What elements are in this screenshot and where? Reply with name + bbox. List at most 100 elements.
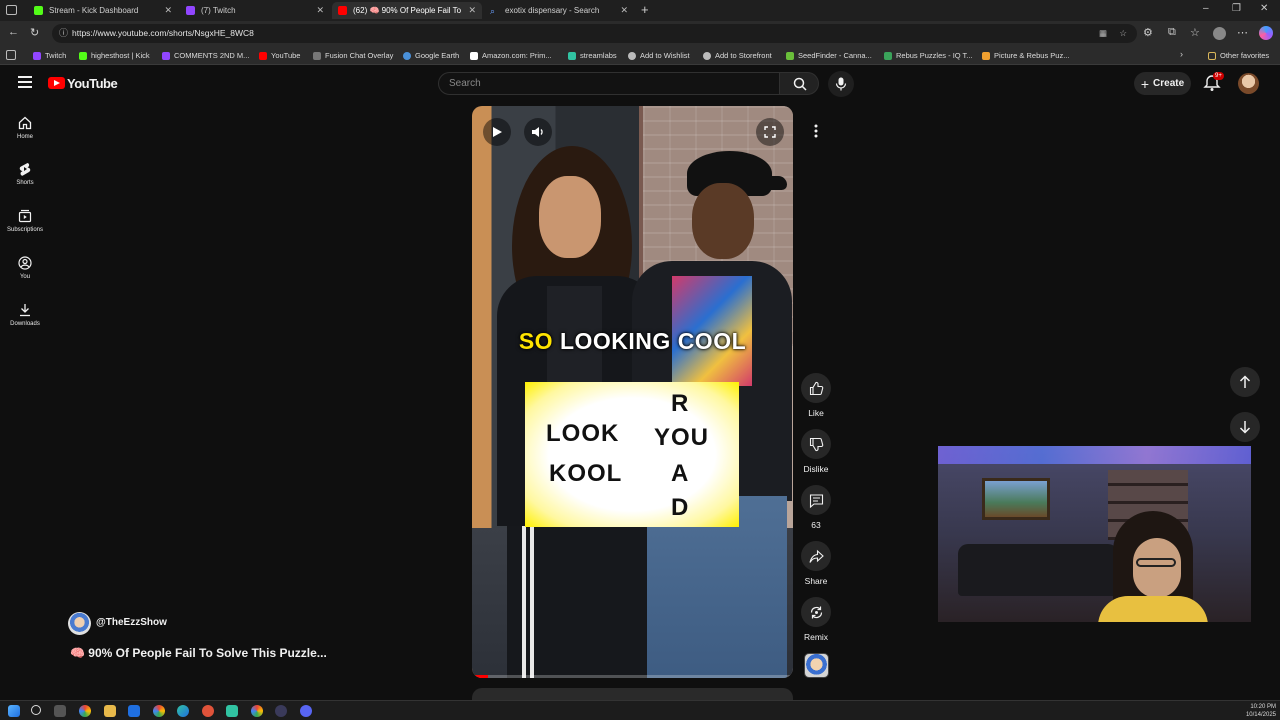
- discord-icon[interactable]: [300, 705, 312, 717]
- split-screen-icon[interactable]: ⧉: [1168, 26, 1176, 39]
- chrome-icon[interactable]: [79, 705, 91, 717]
- bookmark-amazon[interactable]: Amazon.com: Prim...: [470, 49, 552, 62]
- remix-button[interactable]: Remix: [800, 597, 832, 642]
- leaf-icon: [786, 51, 794, 60]
- more-options-icon[interactable]: ⋯: [1237, 26, 1248, 39]
- favorites-icon[interactable]: ☆: [1190, 26, 1200, 39]
- task-view-icon[interactable]: [54, 705, 66, 717]
- back-icon[interactable]: ←: [8, 26, 19, 38]
- close-icon[interactable]: ✕: [164, 5, 172, 16]
- arrow-down-icon: [1239, 421, 1251, 434]
- rebus-puzzle-card: LOOK KOOL R YOU A D: [525, 382, 739, 527]
- channel-avatar[interactable]: [68, 612, 91, 635]
- chevron-right-icon[interactable]: ›: [1180, 49, 1183, 59]
- sidebar-item-home[interactable]: Home: [0, 116, 50, 140]
- bookmark-wishlist[interactable]: Add to Wishlist: [628, 49, 690, 62]
- favorite-star-icon[interactable]: ☆: [1119, 24, 1127, 43]
- app-available-icon[interactable]: ▦: [1099, 24, 1107, 43]
- system-clock[interactable]: 10:20 PM 10/14/2025: [1246, 703, 1276, 719]
- tab-kick-dashboard[interactable]: Stream - Kick Dashboard ✕: [28, 2, 178, 19]
- extensions-icon[interactable]: ⚙: [1143, 26, 1153, 39]
- channel-name[interactable]: @TheEzzShow: [96, 617, 167, 628]
- streamlabs-icon[interactable]: [226, 705, 238, 717]
- bookmark-comments[interactable]: COMMENTS 2ND M...: [162, 49, 249, 62]
- close-icon[interactable]: ✕: [316, 5, 324, 16]
- voice-search-button[interactable]: [828, 71, 854, 97]
- bookmark-twitch[interactable]: Twitch: [33, 49, 66, 62]
- previous-short-button[interactable]: [1230, 367, 1260, 397]
- video-progress-bar[interactable]: [472, 675, 793, 678]
- minimize-icon[interactable]: –: [1203, 3, 1209, 14]
- copilot-icon[interactable]: [1259, 26, 1273, 40]
- bookmark-rebus-iq[interactable]: Rebus Puzzles - IQ T...: [884, 49, 973, 62]
- site-info-icon[interactable]: ⓘ: [59, 24, 68, 43]
- tab-actions-icon[interactable]: [6, 5, 17, 15]
- like-button[interactable]: Like: [800, 373, 832, 418]
- reload-icon[interactable]: ↻: [30, 26, 39, 39]
- profile-icon[interactable]: [1213, 27, 1226, 40]
- close-icon[interactable]: ✕: [468, 5, 476, 16]
- youtube-icon: [259, 51, 267, 60]
- dislike-button[interactable]: Dislike: [800, 429, 832, 474]
- share-icon: [808, 549, 824, 563]
- plus-icon: +: [1140, 75, 1150, 92]
- fullscreen-button[interactable]: [756, 118, 784, 146]
- bookmark-streamlabs[interactable]: streamlabs: [568, 49, 617, 62]
- chrome-icon[interactable]: [153, 705, 165, 717]
- bookmark-seedfinder[interactable]: SeedFinder - Canna...: [786, 49, 872, 62]
- bookmark-google-earth[interactable]: Google Earth: [403, 49, 459, 62]
- play-button[interactable]: [483, 118, 511, 146]
- collections-icon[interactable]: [6, 50, 16, 60]
- close-icon[interactable]: ✕: [620, 5, 628, 16]
- bookmark-storefront[interactable]: Add to Storefront: [703, 49, 772, 62]
- search-button[interactable]: [779, 72, 819, 95]
- more-options-button[interactable]: [803, 118, 829, 144]
- next-short-preview[interactable]: [472, 688, 793, 700]
- other-favorites[interactable]: Other favorites: [1208, 49, 1269, 62]
- obs-icon[interactable]: [275, 705, 287, 717]
- create-button[interactable]: + Create: [1134, 72, 1191, 95]
- kick-icon: [34, 6, 43, 15]
- new-tab-button[interactable]: +: [641, 2, 649, 17]
- sidebar-item-shorts[interactable]: Shorts: [0, 162, 50, 186]
- bookmark-youtube[interactable]: YouTube: [259, 49, 300, 62]
- sidebar-item-downloads[interactable]: Downloads: [0, 303, 50, 327]
- video-caption: SO LOOKING COOL: [518, 328, 747, 354]
- search-input[interactable]: Search: [438, 72, 780, 95]
- search-icon[interactable]: [31, 705, 41, 715]
- file-explorer-icon[interactable]: [104, 705, 116, 717]
- tab-youtube-short[interactable]: (62) 🧠 90% Of People Fail To Solv ✕: [332, 2, 482, 19]
- bookmark-picture-rebus[interactable]: Picture & Rebus Puz...: [982, 49, 1069, 62]
- windows-start-icon[interactable]: [8, 705, 20, 717]
- chrome-icon[interactable]: [251, 705, 263, 717]
- webcam-painting: [982, 478, 1050, 520]
- bookmark-kick[interactable]: highesthost | Kick: [79, 49, 150, 62]
- fullscreen-icon: [764, 126, 776, 138]
- sidebar-item-subscriptions[interactable]: Subscriptions: [0, 209, 50, 233]
- share-button[interactable]: Share: [800, 541, 832, 586]
- bookmark-fusion-chat[interactable]: Fusion Chat Overlay: [313, 49, 393, 62]
- next-short-button[interactable]: [1230, 412, 1260, 442]
- maximize-icon[interactable]: ❐: [1232, 3, 1241, 14]
- video-title[interactable]: 🧠 90% Of People Fail To Solve This Puzzl…: [70, 646, 327, 660]
- remix-icon: [810, 606, 822, 618]
- outlook-icon[interactable]: [128, 705, 140, 717]
- edge-icon[interactable]: [177, 705, 189, 717]
- youtube-logo-text[interactable]: YouTube: [67, 76, 118, 91]
- youtube-logo-icon[interactable]: [48, 77, 65, 89]
- menu-icon[interactable]: [18, 76, 32, 88]
- webcam-overlay: [938, 446, 1251, 622]
- url-field[interactable]: ⓘ https://www.youtube.com/shorts/NsgxHE_…: [52, 24, 1137, 43]
- tab-twitch[interactable]: (7) Twitch ✕: [180, 2, 330, 19]
- notification-badge: 9+: [1213, 72, 1224, 80]
- window-close-icon[interactable]: ✕: [1260, 3, 1268, 14]
- account-avatar[interactable]: [1238, 73, 1259, 94]
- sound-source-thumbnail[interactable]: [804, 653, 829, 678]
- sidebar-item-you[interactable]: You: [0, 256, 50, 280]
- volume-button[interactable]: [524, 118, 552, 146]
- rebus-icon: [982, 51, 990, 60]
- comments-button[interactable]: 63: [800, 485, 832, 530]
- short-video-player[interactable]: SO LOOKING COOL LOOK KOOL R YOU A D: [472, 106, 793, 678]
- brave-icon[interactable]: [202, 705, 214, 717]
- tab-search[interactable]: ⌕ exotix dispensary - Search ✕: [484, 2, 634, 19]
